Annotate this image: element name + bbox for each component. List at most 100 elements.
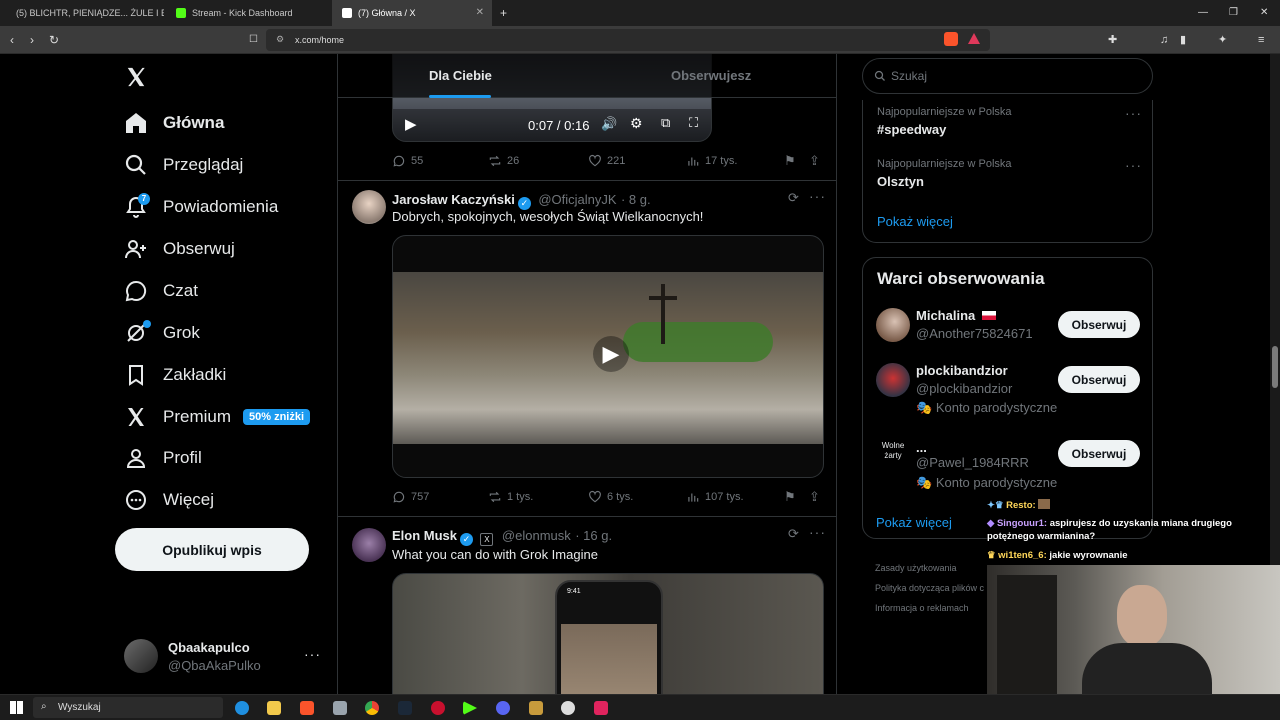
tab-youtube[interactable]: (5) BLICHTR, PIENIĄDZE... ŻULE I BRU [0,0,164,26]
minimize-icon[interactable]: — [1198,7,1208,19]
taskbar-search[interactable]: ⌕ Wyszukaj [33,697,223,718]
like-button[interactable]: 6 tys. [588,490,633,504]
bookmark-post-icon[interactable]: ⚑ [784,489,796,505]
tab-x[interactable]: (7) Główna / X ✕ [332,0,492,26]
sidebar-item-home[interactable]: Główna [124,108,224,138]
restore-icon[interactable]: ❐ [1229,7,1238,19]
brave-icon[interactable] [300,701,314,715]
sidebar-item-chat[interactable]: Czat [124,276,198,306]
app-icon[interactable] [333,701,347,715]
x-logo-icon[interactable] [125,66,147,88]
share-icon[interactable]: ⇪ [809,153,820,169]
suggestion-name-row[interactable]: Michalina [916,308,996,323]
reply-button[interactable]: 757 [392,490,429,504]
author-name[interactable]: Jarosław Kaczyński [392,192,515,207]
app-icon[interactable] [561,701,575,715]
sidebar-icon[interactable]: ▮ [1180,34,1186,46]
sidebar-item-follow[interactable]: Obserwuj [124,234,235,264]
back-icon[interactable]: ‹ [10,34,14,46]
suggestion-name[interactable]: ... [916,440,927,455]
chrome-icon[interactable] [365,701,379,715]
share-icon[interactable]: ⇪ [809,489,820,505]
repost-button[interactable]: 26 [488,154,519,168]
edge-icon[interactable] [235,701,249,715]
author-name[interactable]: Elon Musk [392,528,457,543]
tab-for-you[interactable]: Dla Ciebie [429,68,492,83]
account-menu-icon[interactable]: ··· [304,646,321,662]
follow-button[interactable]: Obserwuj [1058,366,1140,393]
discord-icon[interactable] [496,701,510,715]
leo-icon[interactable]: ✦ [1218,34,1227,46]
suggestion-avatar[interactable] [876,308,910,342]
suggestion-avatar[interactable] [876,363,910,397]
app-icon[interactable] [594,701,608,715]
post-more-icon[interactable]: ··· [809,188,826,204]
brave-rewards-icon[interactable] [968,33,980,44]
show-more-link[interactable]: Pokaż więcej [877,214,953,229]
post-time[interactable]: · 16 g. [575,528,612,543]
author-avatar[interactable] [352,190,386,224]
site-settings-icon[interactable]: ⚙ [276,34,284,45]
fullscreen-icon[interactable]: ⛶ [689,115,698,131]
tab-kick[interactable]: Stream - Kick Dashboard [166,0,330,26]
author-handle[interactable]: @elonmusk [502,528,571,543]
grok-explain-icon[interactable]: ⟳ [788,190,799,206]
kick-app-icon[interactable] [463,701,477,715]
trend-more-icon[interactable]: ··· [1125,105,1142,121]
reply-button[interactable]: 55 [392,154,423,168]
forward-icon[interactable]: › [30,34,34,46]
play-icon[interactable]: ▶ [593,336,629,372]
like-button[interactable]: 221 [588,154,625,168]
game-launcher-icon[interactable] [529,701,543,715]
footer-link[interactable]: Informacja o reklamach [875,603,969,613]
trend-item[interactable]: Najpopularniejsze w Polska #speedway [877,106,1012,137]
follow-button[interactable]: Obserwuj [1058,311,1140,338]
reload-icon[interactable]: ↻ [49,34,59,46]
suggestion-name[interactable]: plockibandzior [916,363,1008,378]
tab-following[interactable]: Obserwujesz [671,68,751,83]
views-button[interactable]: 107 tys. [686,490,744,504]
url-field[interactable]: ⚙ x.com/home [266,29,990,51]
grok-explain-icon[interactable]: ⟳ [788,526,799,542]
post-video[interactable]: 9:41 [392,573,824,694]
show-more-link[interactable]: Pokaż więcej [876,515,952,530]
sidebar-item-more[interactable]: Więcej [124,485,214,515]
new-tab-icon[interactable]: + [500,7,507,19]
suggestion-avatar[interactable]: Wolne żarty [874,441,912,471]
bookmark-post-icon[interactable]: ⚑ [784,153,796,169]
post-video[interactable]: ▶ [392,235,824,478]
account-name[interactable]: Qbaakapulco [168,640,250,655]
file-explorer-icon[interactable] [267,701,281,715]
author-avatar[interactable] [352,528,386,562]
obs-icon[interactable] [431,701,445,715]
steam-icon[interactable] [398,701,412,715]
account-avatar[interactable] [124,639,158,673]
pip-icon[interactable]: ⧉ [661,115,670,131]
extensions-icon[interactable]: ✚ [1108,34,1117,46]
post-button[interactable]: Opublikuj wpis [115,528,309,571]
close-tab-icon[interactable]: ✕ [476,7,484,18]
post-more-icon[interactable]: ··· [809,524,826,540]
play-icon[interactable]: ▶ [405,115,417,133]
post-time[interactable]: · 8 g. [621,192,651,207]
footer-link[interactable]: Zasady użytkowania [875,563,957,573]
search-input[interactable]: Szukaj [862,58,1153,94]
trend-more-icon[interactable]: ··· [1125,157,1142,173]
scrollbar-thumb[interactable] [1272,346,1278,388]
close-window-icon[interactable]: ✕ [1260,7,1268,19]
follow-button[interactable]: Obserwuj [1058,440,1140,467]
menu-icon[interactable]: ≡ [1258,34,1264,46]
author-handle[interactable]: @OficjalnyJK [538,192,616,207]
bookmark-page-icon[interactable]: ☐ [249,34,258,46]
windows-start-icon[interactable] [10,701,23,714]
sidebar-item-premium[interactable]: Premium 50% zniżki [124,402,311,432]
views-button[interactable]: 17 tys. [686,154,737,168]
settings-icon[interactable]: ⚙ [630,115,643,132]
trend-item[interactable]: Najpopularniejsze w Polska Olsztyn [877,158,1012,189]
brave-shields-icon[interactable] [944,32,958,46]
sidebar-item-explore[interactable]: Przeglądaj [124,150,243,180]
sidebar-item-bookmarks[interactable]: Zakładki [124,360,226,390]
sidebar-item-profile[interactable]: Profil [124,443,202,473]
media-icon[interactable]: ♫ [1160,34,1168,46]
repost-button[interactable]: 1 tys. [488,490,533,504]
